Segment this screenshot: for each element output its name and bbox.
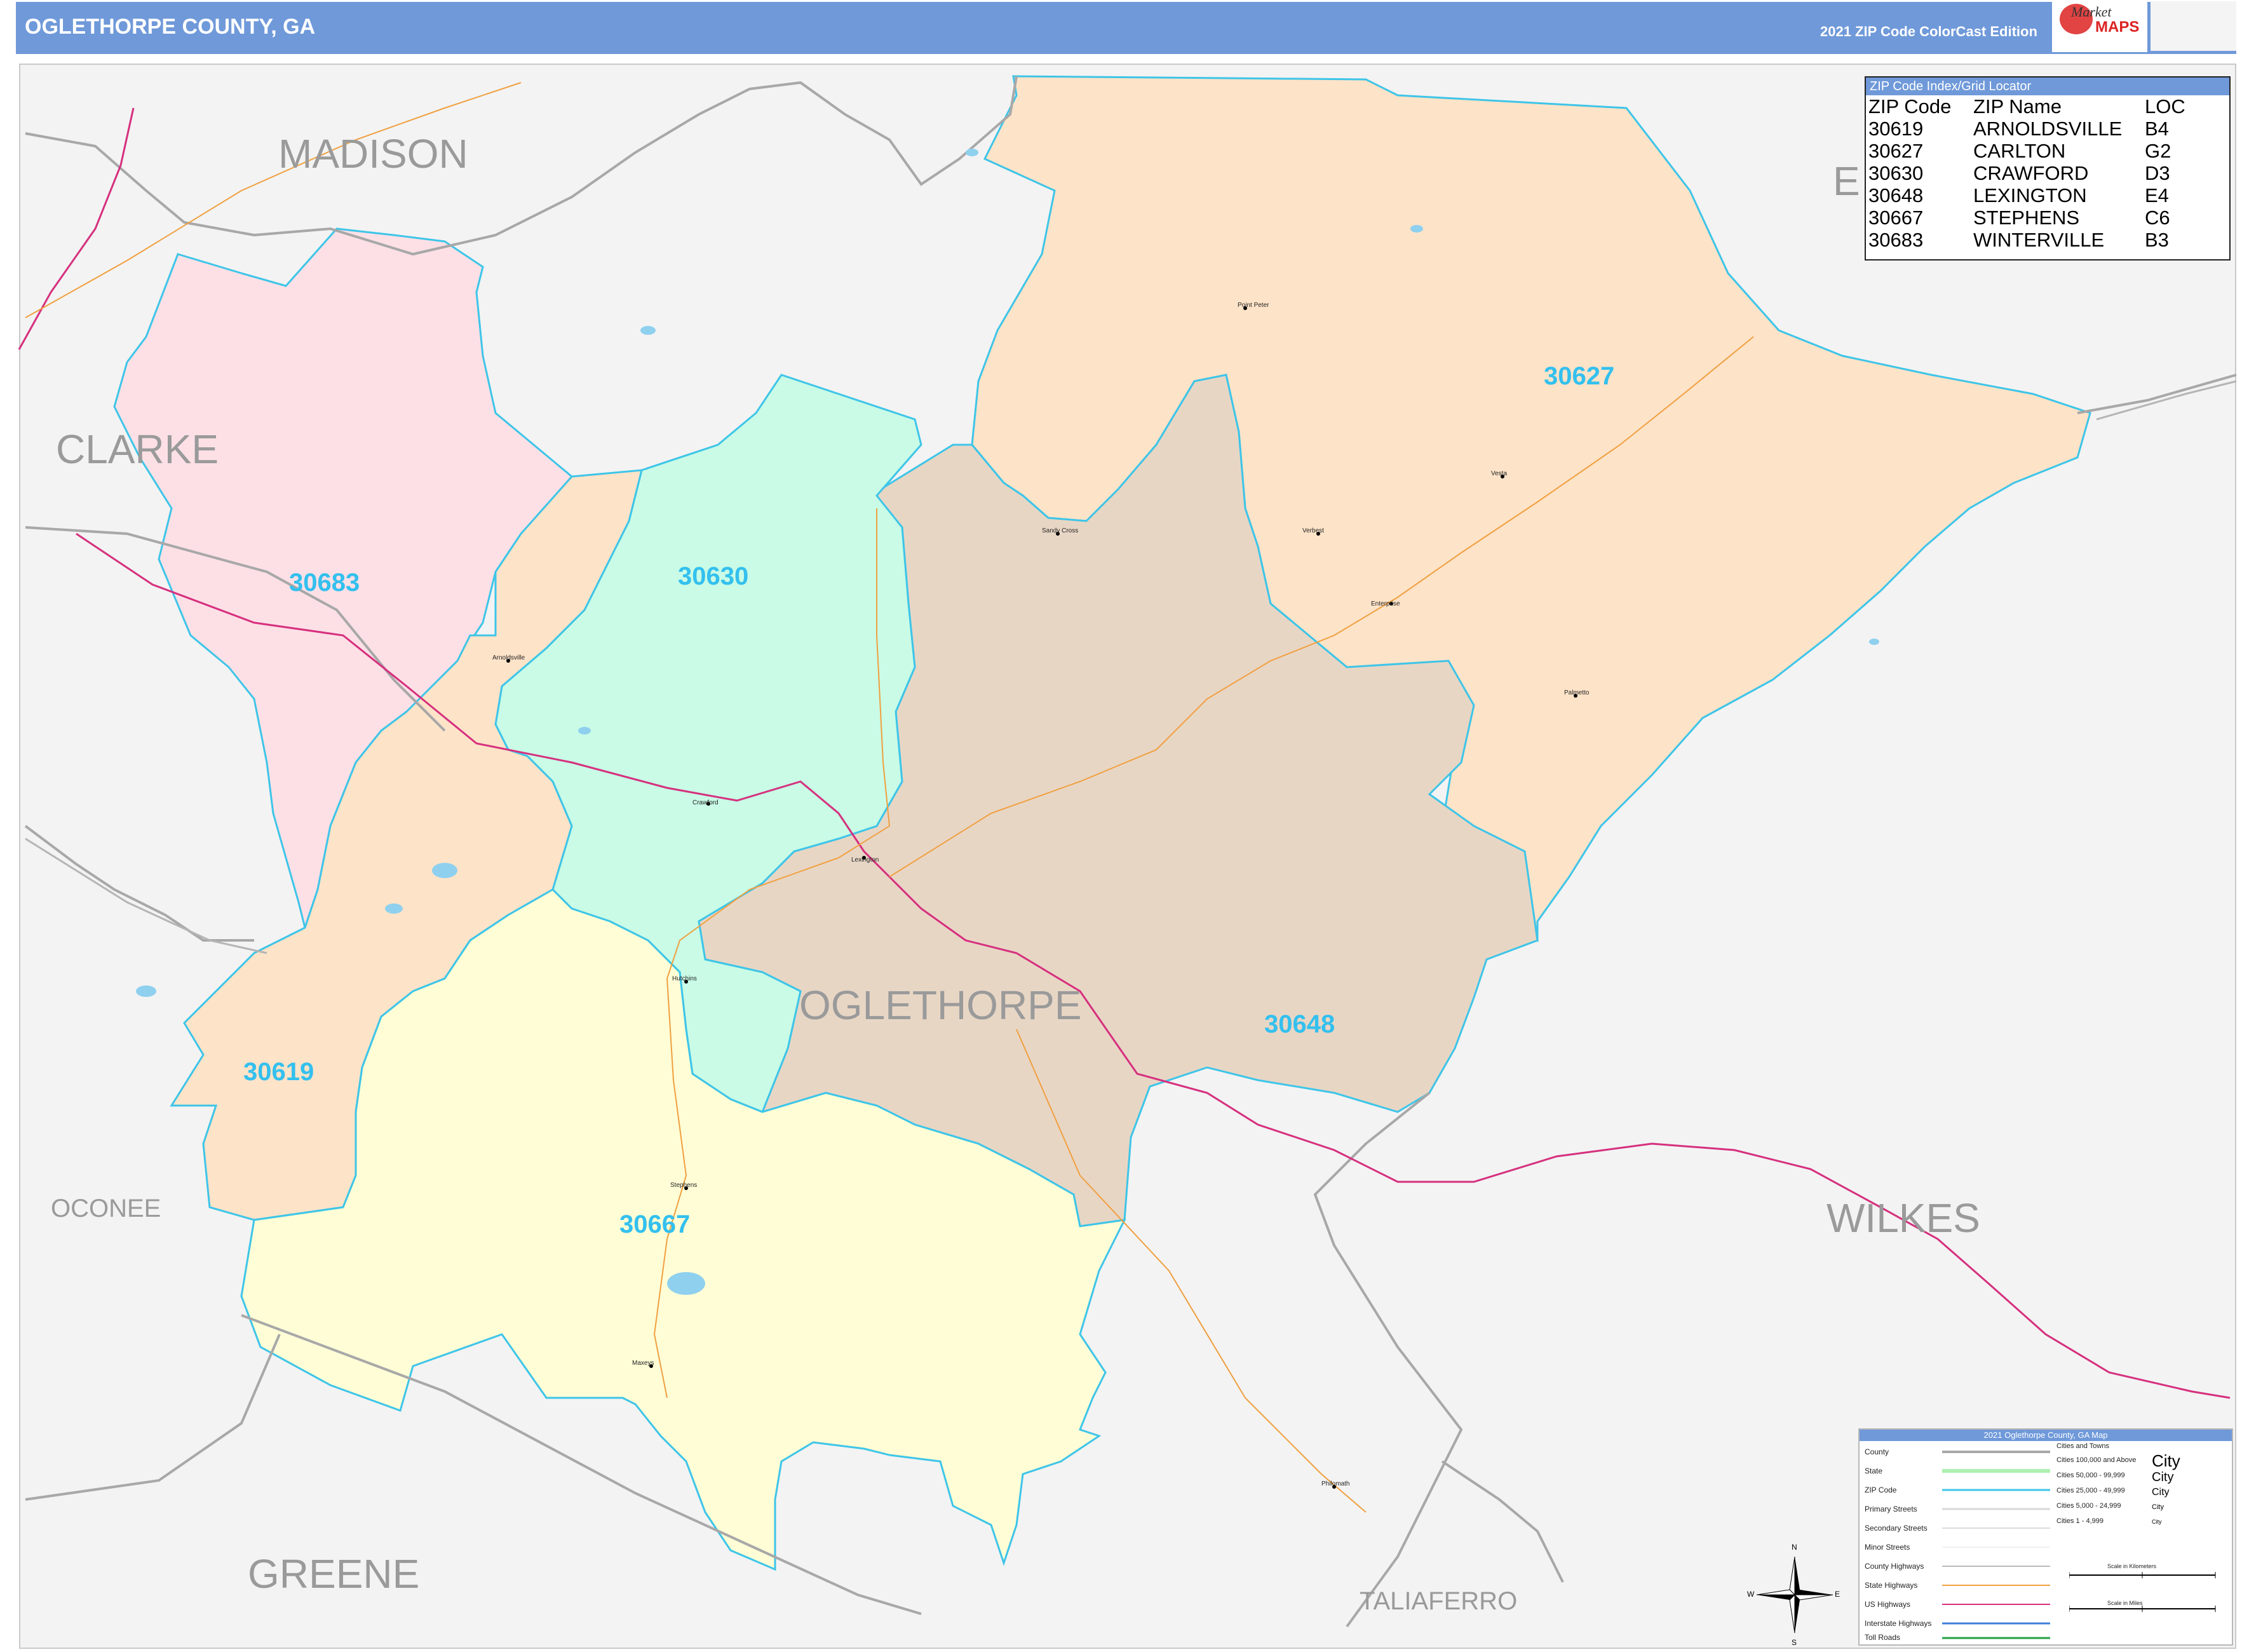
- county-label-oconee: OCONEE: [51, 1195, 161, 1222]
- town-label-stephens: Stephens: [670, 1182, 698, 1189]
- legend-cities-title: Cities and Towns: [2056, 1442, 2109, 1450]
- legend-item-primary: Primary Streets: [1865, 1505, 1917, 1513]
- legend-city-size-4: Cities 5,000 - 24,999: [2056, 1502, 2121, 1510]
- zip-index-loc: B4: [2145, 118, 2169, 140]
- compass-w: W: [1747, 1590, 1755, 1599]
- compass-rose: [1756, 1556, 1833, 1634]
- zip-index-header-name: ZIP Name: [1973, 95, 2062, 118]
- town-label-palmetto: Palmetto: [1564, 689, 1590, 696]
- town-label-enterprise: Enterprise: [1371, 600, 1400, 607]
- zip-index-zip: 30667: [1868, 207, 1924, 229]
- legend-city-sample-5: City: [2152, 1519, 2162, 1525]
- legend-item-minor: Minor Streets: [1865, 1543, 1910, 1552]
- zip-index-name: CARLTON: [1973, 140, 2066, 162]
- town-label-philomath: Philomath: [1321, 1480, 1350, 1487]
- zip-index-name: ARNOLDSVILLE: [1973, 118, 2123, 140]
- zip-index-zip: 30630: [1868, 162, 1924, 184]
- town-label-verbest: Verbest: [1302, 527, 1324, 534]
- town-label-arnoldsville: Arnoldsville: [492, 654, 525, 661]
- town-label-vesta: Vesta: [1491, 470, 1508, 477]
- zip-index-row[interactable]: 30627 CARLTON G2: [1866, 140, 2229, 162]
- zip-index-header-row: ZIP Code ZIP Name LOC: [1866, 95, 2229, 118]
- road-gray-1: [25, 837, 267, 954]
- town-label-hutchins: Hutchins: [672, 975, 697, 982]
- zip-index-loc: B3: [2145, 229, 2169, 251]
- zip-index-name: LEXINGTON: [1973, 184, 2087, 207]
- us-highway-78: [18, 107, 135, 350]
- legend-city-sample-2: City: [2152, 1470, 2174, 1484]
- county-label-elbert-partial: E: [1833, 158, 1860, 204]
- zip-index-row[interactable]: 30667 STEPHENS C6: [1866, 207, 2229, 229]
- legend-city-sample-3: City: [2152, 1487, 2170, 1498]
- zip-index-name: STEPHENS: [1973, 207, 2080, 229]
- zip-index-row[interactable]: 30619 ARNOLDSVILLE B4: [1866, 118, 2229, 140]
- legend-item-state: State: [1865, 1466, 1883, 1475]
- zip-index-loc: G2: [2145, 140, 2171, 162]
- zip-index-title: ZIP Code Index/Grid Locator: [1866, 78, 2229, 95]
- county-line-taliaferro: [1441, 1460, 1564, 1583]
- town-label-lexington: Lexington: [851, 856, 879, 863]
- legend-title: 2021 Oglethorpe County, GA Map: [1860, 1430, 2232, 1441]
- county-label-clarke: CLARKE: [56, 426, 219, 472]
- town-label-sandy-cross: Sandy Cross: [1042, 527, 1079, 534]
- zip-label-30683[interactable]: 30683: [289, 569, 360, 597]
- town-label-maxeys: Maxeys: [632, 1360, 654, 1367]
- county-line-wilkes: [1313, 1092, 1463, 1628]
- zip-index-loc: C6: [2145, 207, 2170, 229]
- county-line-elbert: [2077, 374, 2237, 414]
- compass-n: N: [1792, 1543, 1797, 1552]
- zip-index-loc: D3: [2145, 162, 2170, 184]
- zip-index-name: WINTERVILLE: [1973, 229, 2105, 251]
- zip-label-30667[interactable]: 30667: [619, 1210, 690, 1239]
- legend-item-county: County: [1865, 1447, 1889, 1456]
- legend-city-sample-4: City: [2152, 1503, 2164, 1511]
- zip-index-row[interactable]: 30648 LEXINGTON E4: [1866, 184, 2229, 207]
- legend-city-size-5: Cities 1 - 4,999: [2056, 1517, 2104, 1525]
- county-label-greene: GREENE: [248, 1551, 420, 1597]
- zip-label-30619[interactable]: 30619: [243, 1058, 314, 1087]
- legend-city-size-2: Cities 50,000 - 99,999: [2056, 1472, 2125, 1479]
- legend-item-secondary: Secondary Streets: [1865, 1524, 1928, 1533]
- county-label-taliaferro: TALIAFERRO: [1360, 1587, 1518, 1615]
- county-label-wilkes: WILKES: [1827, 1195, 1980, 1241]
- zip-index-loc: E4: [2145, 184, 2169, 207]
- zip-index-name: CRAWFORD: [1973, 162, 2089, 184]
- zip-index-row[interactable]: 30683 WINTERVILLE B3: [1866, 229, 2229, 251]
- legend-item-toll: Toll Roads: [1865, 1633, 1901, 1642]
- legend-swatches: [1942, 1451, 2050, 1639]
- zip-label-30648[interactable]: 30648: [1264, 1010, 1335, 1039]
- county-line-madison-oglethorpe: [25, 76, 1018, 256]
- legend-item-us-hwy: US Highways: [1865, 1600, 1911, 1609]
- town-label-point-peter: Point Peter: [1238, 302, 1269, 309]
- legend-item-zip: ZIP Code: [1865, 1486, 1897, 1494]
- county-label-oglethorpe: OGLETHORPE: [799, 982, 1082, 1028]
- zip-index-header-zip: ZIP Code: [1868, 95, 1952, 118]
- county-line-greene-west: [25, 1334, 281, 1501]
- zip-label-30630[interactable]: 30630: [678, 562, 748, 591]
- road-gray-2: [2096, 380, 2237, 421]
- legend-item-county-hwy: County Highways: [1865, 1562, 1924, 1571]
- legend-city-size-3: Cities 25,000 - 49,999: [2056, 1487, 2125, 1494]
- legend-scale-bars: [2069, 1572, 2216, 1612]
- zip-index-zip: 30627: [1868, 140, 1924, 162]
- zip-code-index: ZIP Code Index/Grid Locator ZIP Code ZIP…: [1865, 76, 2231, 261]
- legend-item-interstate: Interstate Highways: [1865, 1619, 1932, 1628]
- zip-index-zip: 30648: [1868, 184, 1924, 207]
- legend-city-sample-1: City: [2152, 1451, 2180, 1470]
- zip-index-zip: 30619: [1868, 118, 1924, 140]
- compass-s: S: [1792, 1638, 1797, 1647]
- zip-index-zip: 30683: [1868, 229, 1924, 251]
- zip-index-header-loc: LOC: [2145, 95, 2185, 118]
- zip-index-row[interactable]: 30630 CRAWFORD D3: [1866, 162, 2229, 184]
- town-label-crawford: Crawford: [692, 799, 719, 806]
- legend-scale-km: Scale in Kilometers: [2107, 1563, 2157, 1569]
- compass-e: E: [1835, 1590, 1840, 1599]
- map-legend: 2021 Oglethorpe County, GA Map County St…: [1858, 1428, 2233, 1646]
- zip-label-30627[interactable]: 30627: [1544, 362, 1614, 391]
- county-label-madison: MADISON: [278, 131, 468, 177]
- legend-item-state-hwy: State Highways: [1865, 1581, 1918, 1590]
- legend-city-size-1: Cities 100,000 and Above: [2056, 1456, 2137, 1464]
- county-line-oconee: [24, 825, 254, 942]
